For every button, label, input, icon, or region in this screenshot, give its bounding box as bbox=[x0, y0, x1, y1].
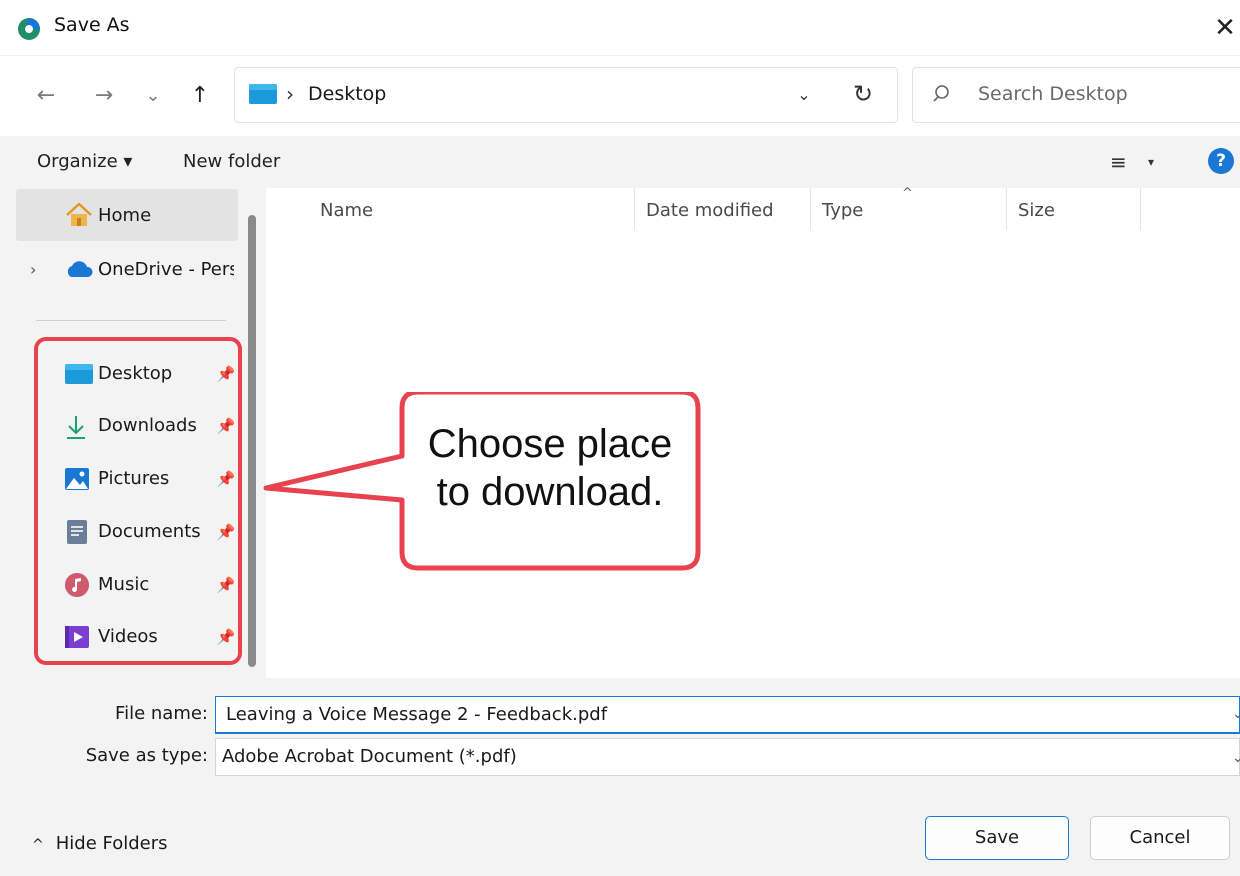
chevron-down-icon[interactable]: ⌄ bbox=[1232, 704, 1240, 724]
cancel-button[interactable]: Cancel bbox=[1090, 816, 1230, 860]
desktop-icon bbox=[249, 84, 277, 104]
close-button[interactable]: ✕ bbox=[1210, 8, 1240, 48]
column-header-type[interactable]: Type bbox=[822, 197, 863, 225]
callout-text: Choose place to download. bbox=[400, 420, 700, 516]
view-dropdown-icon[interactable]: ▾ bbox=[1148, 150, 1154, 174]
column-divider[interactable] bbox=[810, 188, 811, 230]
organize-button[interactable]: Organize ▾ bbox=[37, 148, 132, 176]
help-icon[interactable]: ? bbox=[1208, 148, 1234, 174]
column-header-size[interactable]: Size bbox=[1018, 197, 1055, 225]
breadcrumb-desktop[interactable]: Desktop bbox=[308, 80, 386, 108]
annotation-highlight-box bbox=[34, 337, 242, 665]
file-name-input[interactable]: Leaving a Voice Message 2 - Feedback.pdf bbox=[215, 696, 1240, 734]
column-divider[interactable] bbox=[1140, 188, 1141, 230]
refresh-button[interactable]: ↻ bbox=[848, 76, 878, 112]
breadcrumb-separator: › bbox=[286, 82, 294, 106]
chevron-down-icon[interactable]: ⌄ bbox=[1232, 748, 1240, 768]
onedrive-cloud-icon bbox=[67, 261, 93, 277]
back-button[interactable]: ← bbox=[30, 76, 62, 116]
search-input[interactable]: Search Desktop bbox=[978, 80, 1128, 108]
window-title: Save As bbox=[54, 14, 130, 36]
column-divider[interactable] bbox=[1006, 188, 1007, 230]
callout-line: Choose place bbox=[427, 422, 673, 466]
sort-ascending-icon: ^ bbox=[902, 186, 913, 201]
recent-locations-button[interactable]: ⌄ bbox=[140, 76, 166, 116]
expand-chevron-icon[interactable]: › bbox=[30, 256, 44, 284]
save-button[interactable]: Save bbox=[925, 816, 1069, 860]
sidebar-divider bbox=[36, 320, 226, 321]
up-button[interactable]: ↑ bbox=[184, 76, 216, 116]
save-as-type-label: Save as type: bbox=[85, 745, 208, 766]
sidebar-scrollbar[interactable] bbox=[248, 215, 256, 667]
home-icon bbox=[66, 202, 92, 226]
hide-folders-button[interactable]: ^ Hide Folders bbox=[32, 830, 168, 859]
hide-folders-label: Hide Folders bbox=[55, 833, 168, 854]
search-icon bbox=[933, 85, 949, 102]
title-bar bbox=[0, 0, 1240, 56]
new-folder-button[interactable]: New folder bbox=[183, 148, 280, 176]
column-header-name[interactable]: Name bbox=[320, 197, 373, 225]
save-as-type-select[interactable]: Adobe Acrobat Document (*.pdf) bbox=[215, 738, 1240, 776]
column-header-date-modified[interactable]: Date modified bbox=[646, 197, 774, 225]
sidebar-item-onedrive[interactable]: OneDrive - Perso bbox=[98, 256, 234, 284]
forward-button[interactable]: → bbox=[88, 76, 120, 116]
address-dropdown-button[interactable]: ⌄ bbox=[790, 80, 818, 110]
edge-browser-icon bbox=[18, 18, 40, 40]
chevron-up-icon: ^ bbox=[32, 837, 44, 853]
sidebar-item-label: Home bbox=[98, 205, 152, 226]
column-divider[interactable] bbox=[634, 188, 635, 230]
callout-line: to download. bbox=[436, 470, 664, 514]
file-name-label: File name: bbox=[115, 703, 208, 724]
view-options-icon[interactable]: ≡ bbox=[1110, 148, 1127, 176]
